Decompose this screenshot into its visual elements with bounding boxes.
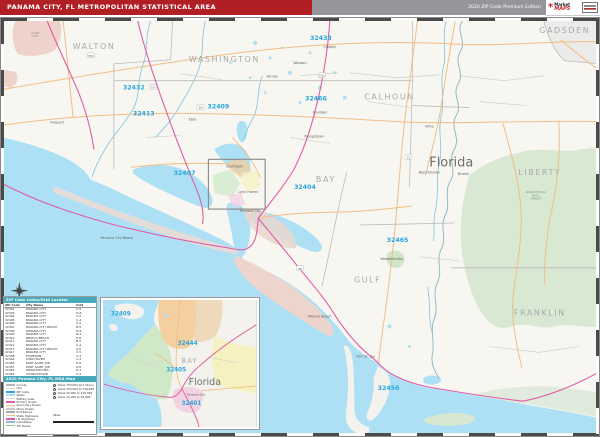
legend-city-row: Cities 10,000 to 49,999 bbox=[53, 395, 94, 399]
county-label-franklin: FRANKLIN bbox=[514, 309, 566, 318]
area-label-eglin-afb: EGLIN A.F.B. bbox=[31, 31, 39, 38]
brand-wordmark: Market MAPS bbox=[554, 2, 571, 13]
zip-label-32466: 32466 bbox=[305, 96, 327, 103]
highway-shield-icon: 331 bbox=[87, 52, 95, 59]
legend-swatch bbox=[6, 384, 15, 386]
ruler-top bbox=[1, 18, 599, 21]
inset-town-label-panama-city: Panama City bbox=[187, 392, 205, 396]
title-bar: PANAMA CITY, FL METROPOLITAN STATISTICAL… bbox=[0, 0, 600, 16]
zip-label-32433: 32433 bbox=[310, 35, 332, 42]
legend-swatch bbox=[6, 411, 15, 413]
inset-zip-label-32409: 32409 bbox=[111, 311, 131, 317]
town-label-wausau: Wausau bbox=[293, 61, 306, 65]
legend-swatch bbox=[6, 414, 15, 417]
svg-text:71: 71 bbox=[407, 155, 411, 159]
county-label-liberty: LIBERTY bbox=[518, 168, 561, 177]
highway-shield-icon: 20 bbox=[196, 104, 205, 110]
legend-swatch bbox=[6, 390, 15, 393]
edition-label: 2020 ZIP Code Premium Edition bbox=[312, 0, 546, 15]
city-symbol-icon bbox=[53, 395, 57, 399]
brand-star-icon: * bbox=[548, 1, 554, 13]
town-label-bristol: Bristol bbox=[458, 172, 469, 176]
town-label-panama-city: Panama City bbox=[240, 209, 261, 213]
brand-logo: * Market MAPS bbox=[546, 0, 600, 16]
city-symbol-icon bbox=[53, 391, 57, 395]
town-label-blountstown: Blountstown bbox=[419, 170, 440, 174]
ruler-right bbox=[596, 18, 599, 436]
legend-swatch bbox=[6, 424, 15, 427]
legend-items: County City ZIP Code Water Military Area… bbox=[6, 383, 51, 434]
county-label-walton: WALTON bbox=[73, 42, 116, 51]
zip-label-32465: 32465 bbox=[387, 237, 409, 244]
svg-text:331: 331 bbox=[88, 54, 94, 58]
inset-zip-label-32405: 32405 bbox=[166, 368, 186, 374]
county-label-washington: WASHINGTON bbox=[189, 55, 260, 64]
city-symbol-icon bbox=[53, 387, 57, 391]
county-label-gadsden: GADSDEN bbox=[539, 26, 590, 35]
map-poster-page: PANAMA CITY, FL METROPOLITAN STATISTICAL… bbox=[0, 0, 600, 437]
zip-label-32409: 32409 bbox=[207, 104, 229, 111]
legend-swatch bbox=[6, 394, 15, 396]
zip-label-32413: 32413 bbox=[133, 111, 155, 118]
town-label-freeport: Freeport bbox=[50, 120, 65, 124]
town-label-southport: Southport bbox=[226, 164, 243, 168]
highway-shield-icon: 98 bbox=[296, 265, 304, 271]
svg-text:79: 79 bbox=[151, 86, 155, 90]
legend-swatch bbox=[6, 387, 15, 390]
inset-zip-label-32401: 32401 bbox=[182, 401, 202, 407]
inset-map: 32409 32444 32405 32401 BAY Florida Panama Cit… bbox=[100, 297, 260, 430]
highway-shield-icon: 71 bbox=[404, 154, 413, 160]
inset-zip-label-32444: 32444 bbox=[178, 341, 198, 347]
legend-swatch bbox=[6, 397, 15, 400]
highway-shield-icon: 231 bbox=[318, 72, 326, 78]
legend-swatch bbox=[6, 404, 15, 407]
legend-swatch bbox=[6, 421, 15, 424]
town-label-youngstown: Youngstown bbox=[304, 134, 324, 138]
town-label-mexico-beach: Mexico Beach bbox=[308, 315, 331, 319]
highway-shield-icon: 79 bbox=[149, 84, 157, 90]
city-symbol-icon bbox=[53, 383, 57, 387]
svg-text:231: 231 bbox=[319, 74, 325, 78]
brand-maps: MAPS bbox=[554, 5, 571, 12]
legend-item: Toll Roads bbox=[6, 424, 51, 428]
zip-label-32456: 32456 bbox=[378, 385, 400, 392]
legend-swatch bbox=[6, 418, 15, 420]
town-label-panama-city-beach: Panama City Beach bbox=[101, 236, 134, 240]
inset-map-canvas: 32409 32444 32405 32401 BAY Florida Panama Cit… bbox=[103, 300, 257, 427]
county-label-gulf: GULF bbox=[354, 276, 381, 285]
county-label-bay: BAY bbox=[316, 175, 336, 184]
town-label-fountain: Fountain bbox=[313, 111, 328, 115]
zip-label-32407: 32407 bbox=[174, 170, 196, 177]
svg-text:20: 20 bbox=[199, 106, 203, 110]
town-label-port-st-joe: Port St. Joe bbox=[356, 354, 375, 358]
town-label-altha: Altha bbox=[425, 124, 434, 128]
legend-cities-scales: Cities 750,000 and Above Cities 250,000 … bbox=[53, 383, 94, 434]
inset-state-label-florida: Florida bbox=[189, 377, 221, 388]
town-label-chipley: Chipley bbox=[324, 45, 337, 49]
state-label-florida: Florida bbox=[429, 155, 473, 170]
legend-swatch bbox=[6, 407, 15, 410]
scale-bar-miles: Miles bbox=[53, 401, 94, 423]
town-label-wewahitchka: Wewahitchka bbox=[380, 257, 402, 261]
zip-label-32404: 32404 bbox=[294, 184, 316, 191]
zip-label-32432: 32432 bbox=[123, 85, 145, 92]
county-label-calhoun: CALHOUN bbox=[364, 93, 415, 102]
inset-county-label-bay: BAY bbox=[181, 357, 197, 365]
brand-edition-box bbox=[582, 2, 598, 13]
town-label-vernon: Vernon bbox=[266, 75, 278, 79]
legend-swatch bbox=[6, 401, 15, 403]
town-label-ebro: Ebro bbox=[189, 118, 197, 122]
miles-bar bbox=[53, 420, 94, 423]
zip-index-table: ZIP Code City Name Grid 32401 PANAMA CITY… bbox=[4, 303, 96, 376]
page-title: PANAMA CITY, FL METROPOLITAN STATISTICAL… bbox=[0, 0, 312, 15]
legend-panel: ZIP Code Index/Grid Locator ZIP Code Cit… bbox=[3, 296, 97, 435]
scale-bar-kilometers: Kilometers bbox=[53, 425, 94, 434]
svg-text:98: 98 bbox=[298, 267, 302, 271]
town-label-lynn-haven: Lynn Haven bbox=[238, 190, 258, 194]
legend-body: County City ZIP Code Water Military Area… bbox=[4, 382, 96, 434]
